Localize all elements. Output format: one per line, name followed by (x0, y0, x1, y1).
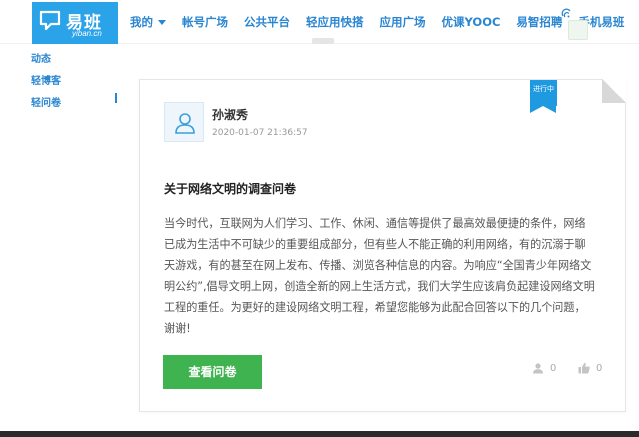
sidebar-active-indicator (115, 93, 117, 103)
sidebar-item-feed[interactable]: 动态 (31, 50, 51, 65)
logo-mark-icon (39, 10, 61, 31)
bottom-bar (0, 431, 639, 437)
corner-fold (602, 79, 626, 103)
post-date: 2020-01-07 21:36:57 (212, 128, 308, 138)
avatar[interactable] (164, 102, 204, 142)
nav-item-yooc[interactable]: 优课YOOC (442, 14, 501, 30)
nav-label: 易智招聘 (516, 15, 563, 29)
nav-item-recruit[interactable]: 易智招聘 (516, 14, 562, 30)
nav-item-public-platform[interactable]: 公共平台 (244, 14, 290, 30)
nav-label: 公共平台 (244, 15, 290, 29)
author-name[interactable]: 孙淑秀 (212, 106, 248, 123)
user-icon (533, 363, 543, 374)
faded-icon-placeholder (568, 20, 588, 40)
chevron-down-icon (158, 19, 166, 25)
status-badge: 进行中 (530, 80, 557, 113)
thumbs-up-icon (578, 362, 590, 374)
sidebar: 动态 轻博客 轻问卷 (0, 44, 125, 437)
likes-stat[interactable]: 0 (578, 362, 602, 374)
user-icon (175, 113, 195, 134)
survey-card: 进行中 孙淑秀 2020-01-07 21:36:57 关于网络文明的调查问卷 … (139, 79, 626, 412)
nav-label: 优课YOOC (441, 15, 501, 29)
likes-count: 0 (596, 362, 603, 374)
nav-item-light-app[interactable]: 轻应用快搭 (306, 14, 364, 30)
status-label: 进行中 (533, 85, 554, 93)
post-title[interactable]: 关于网络文明的调查问卷 (164, 180, 296, 197)
sidebar-item-light-blog[interactable]: 轻博客 (31, 72, 61, 87)
nav-label: 应用广场 (379, 15, 426, 29)
view-survey-button[interactable]: 查看问卷 (163, 355, 262, 389)
wifi-icon (561, 8, 571, 18)
post-body: 当今时代，互联网为人们学习、工作、休闲、通信等提供了最高效最便捷的条件，网络已成… (164, 217, 595, 335)
faded-text-placeholder (312, 38, 334, 44)
logo-subtitle: yiban.cn (72, 29, 102, 38)
nav-label: 我的 (130, 15, 153, 29)
yiban-logo[interactable]: 易班 yiban.cn (32, 2, 118, 44)
nav-item-mine[interactable]: 我的 (130, 14, 166, 30)
nav-item-app-square[interactable]: 应用广场 (380, 14, 426, 30)
participants-count: 0 (550, 362, 557, 374)
sidebar-item-survey[interactable]: 轻问卷 (31, 94, 61, 109)
nav-label: 轻应用快搭 (306, 15, 364, 29)
nav-label: 帐号广场 (182, 15, 228, 29)
participants-stat: 0 (532, 362, 556, 374)
nav-item-account-square[interactable]: 帐号广场 (182, 14, 228, 30)
